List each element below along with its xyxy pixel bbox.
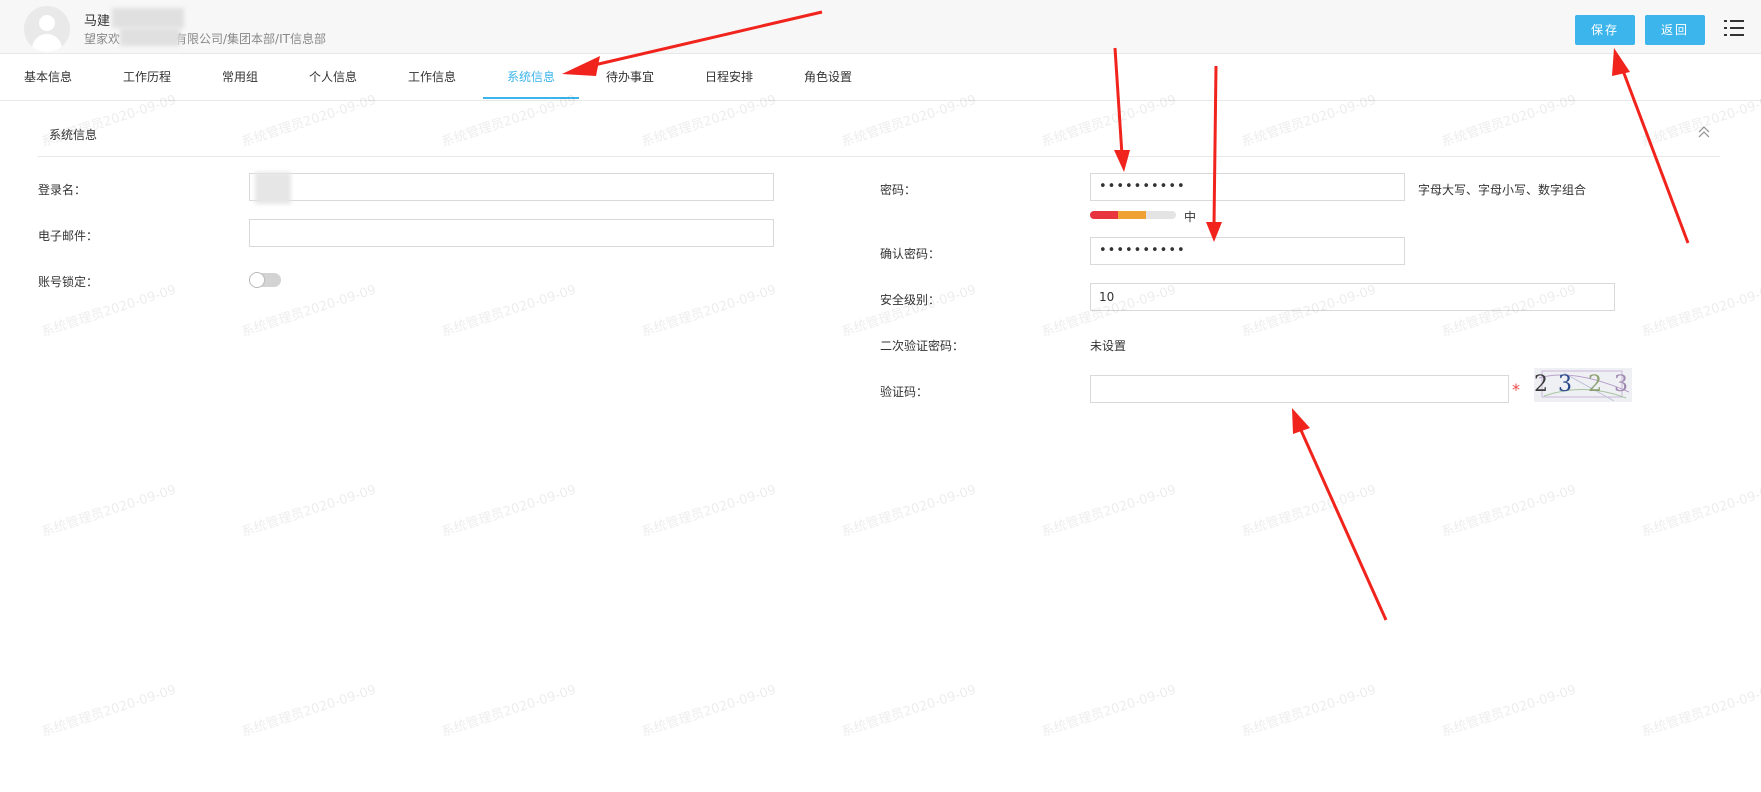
watermark-text: 系统管理员2020-09-09 [639, 482, 779, 541]
login-name-label: 登录名： [38, 183, 87, 197]
tab-system-info[interactable]: 系统信息 [507, 68, 555, 85]
email-label: 电子邮件： [38, 229, 99, 243]
tab-work-info[interactable]: 工作信息 [408, 68, 456, 85]
back-button[interactable]: 返回 [1645, 15, 1705, 45]
strength-segment-medium [1118, 211, 1146, 219]
security-level-field[interactable]: 10 [1090, 283, 1615, 311]
section-divider [38, 156, 1720, 157]
watermark-text: 系统管理员2020-09-09 [639, 282, 779, 341]
password-strength-text: 中 [1184, 210, 1197, 224]
password-hint: 字母大写、字母小写、数字组合 [1418, 183, 1587, 197]
redacted-login-name [255, 172, 291, 204]
page-header: 马建 望家欢 有限公司/集团本部/IT信息部 保存 返回 [0, 0, 1761, 54]
tab-work-history[interactable]: 工作历程 [123, 68, 171, 85]
confirm-password-field[interactable]: •••••••••• [1090, 237, 1405, 265]
watermark-text: 系统管理员2020-09-09 [1239, 682, 1379, 741]
user-avatar-icon [24, 6, 70, 52]
watermark-text: 系统管理员2020-09-09 [1039, 682, 1179, 741]
login-name-input[interactable] [249, 173, 774, 201]
watermark-text: 系统管理员2020-09-09 [839, 482, 979, 541]
security-level-label: 安全级别： [880, 293, 941, 307]
annotation-arrow-captcha [1292, 408, 1388, 621]
watermark-text: 系统管理员2020-09-09 [1239, 482, 1379, 541]
captcha-char-2: 3 [1558, 372, 1572, 397]
user-name: 马建 [84, 14, 111, 29]
watermark-text: 系统管理员2020-09-09 [1639, 682, 1761, 741]
save-button[interactable]: 保存 [1575, 15, 1635, 45]
tab-common-groups[interactable]: 常用组 [222, 68, 258, 85]
watermark-text: 系统管理员2020-09-09 [1439, 682, 1579, 741]
captcha-char-1: 2 [1534, 372, 1548, 397]
watermark-text: 系统管理员2020-09-09 [39, 682, 179, 741]
tab-role-settings[interactable]: 角色设置 [804, 68, 852, 85]
user-org-prefix: 望家欢 [84, 32, 121, 46]
watermark-text: 系统管理员2020-09-09 [1639, 282, 1761, 341]
email-field[interactable] [249, 219, 774, 247]
watermark-text: 系统管理员2020-09-09 [839, 682, 979, 741]
watermark-text: 系统管理员2020-09-09 [639, 682, 779, 741]
watermark-text: 系统管理员2020-09-09 [1039, 482, 1179, 541]
user-org-suffix: 有限公司/集团本部/IT信息部 [175, 32, 326, 46]
watermark-text: 系统管理员2020-09-09 [439, 682, 579, 741]
section-title: 系统信息 [49, 128, 98, 142]
account-lock-label: 账号锁定： [38, 275, 99, 289]
watermark-text: 系统管理员2020-09-09 [39, 482, 179, 541]
active-tab-indicator [483, 97, 579, 99]
watermark-text: 系统管理员2020-09-09 [439, 482, 579, 541]
chevron-up-icon[interactable] [1696, 124, 1712, 140]
watermark-text: 系统管理员2020-09-09 [1639, 482, 1761, 541]
confirm-password-label: 确认密码： [880, 247, 941, 261]
tab-bar: 基本信息 工作历程 常用组 个人信息 工作信息 系统信息 待办事宜 日程安排 角… [0, 54, 1761, 101]
password-field[interactable]: •••••••••• [1090, 173, 1405, 201]
second-auth-label: 二次验证密码： [880, 339, 965, 353]
captcha-image[interactable]: 2 3 2 3 [1534, 368, 1632, 402]
watermark-text: 系统管理员2020-09-09 [239, 282, 379, 341]
captcha-input[interactable] [1090, 375, 1509, 403]
second-auth-value: 未设置 [1090, 339, 1127, 353]
password-strength-bar [1090, 211, 1176, 219]
required-mark: * [1512, 380, 1520, 399]
watermark-text: 系统管理员2020-09-09 [839, 282, 979, 341]
redacted-org [120, 28, 180, 46]
password-label: 密码： [880, 183, 917, 197]
tab-personal-info[interactable]: 个人信息 [309, 68, 357, 85]
list-menu-icon[interactable] [1724, 19, 1744, 37]
redacted-name [112, 8, 184, 28]
captcha-label: 验证码： [880, 385, 929, 399]
strength-segment-weak [1090, 211, 1118, 219]
tab-todo[interactable]: 待办事宜 [606, 68, 654, 85]
watermark-text: 系统管理员2020-09-09 [1439, 482, 1579, 541]
watermark-text: 系统管理员2020-09-09 [239, 482, 379, 541]
captcha-char-4: 3 [1614, 372, 1628, 397]
watermark-text: 系统管理员2020-09-09 [239, 682, 379, 741]
captcha-char-3: 2 [1588, 372, 1602, 397]
tab-schedule[interactable]: 日程安排 [705, 68, 753, 85]
watermark-text: 系统管理员2020-09-09 [439, 282, 579, 341]
tab-basic-info[interactable]: 基本信息 [24, 68, 72, 85]
account-lock-toggle[interactable] [249, 272, 281, 288]
